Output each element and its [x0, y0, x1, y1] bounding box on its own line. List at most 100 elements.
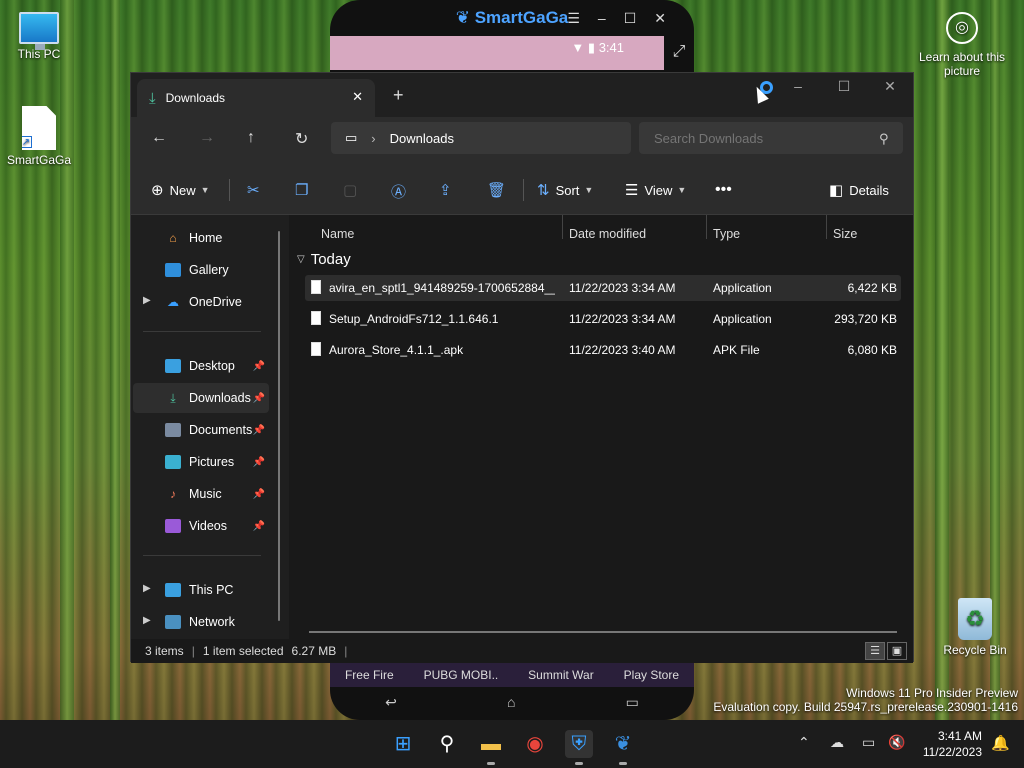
sidebar-item-pictures[interactable]: Pictures 📌 [133, 447, 269, 477]
search-button[interactable]: ⚲ [433, 730, 461, 758]
column-divider[interactable] [826, 215, 827, 239]
more-options-button[interactable]: ••• [715, 181, 732, 199]
desktop-icon-smartgaga[interactable]: ↗ SmartGaGa [0, 106, 78, 167]
sidebar-item-desktop[interactable]: Desktop 📌 [133, 351, 269, 381]
pin-icon[interactable]: 📌 [253, 361, 265, 372]
minimize-icon[interactable]: – [598, 10, 606, 27]
table-row[interactable]: Aurora_Store_4.1.1_.apk 11/22/2023 3:40 … [305, 337, 901, 363]
share-button[interactable]: ⇪ [439, 181, 458, 199]
back-arrow-icon[interactable]: ← [151, 129, 167, 147]
close-tab-icon[interactable]: ✕ [352, 89, 363, 105]
sidebar-item-downloads[interactable]: ⤓ Downloads 📌 [133, 383, 269, 413]
cut-button[interactable]: ✂ [247, 181, 266, 199]
sidebar-item-home[interactable]: ⌂ Home [133, 223, 269, 253]
chrome-button[interactable]: ◉ [521, 730, 549, 758]
back-icon[interactable]: ↩ [385, 694, 397, 711]
sort-button[interactable]: ⇅ Sort ▼ [537, 181, 593, 199]
pin-icon[interactable]: 📌 [253, 425, 265, 436]
rename-button[interactable]: Ⓐ [391, 181, 412, 202]
file-explorer-button[interactable]: ▬ [477, 730, 505, 758]
minimize-button[interactable]: – [775, 73, 821, 101]
paste-button[interactable]: ▢ [343, 181, 363, 199]
horizontal-scrollbar[interactable] [309, 631, 897, 633]
view-button[interactable]: ☰ View ▼ [625, 181, 686, 199]
desktop-icon-recycle-bin[interactable]: ♻ Recycle Bin [936, 598, 1014, 657]
app-play-store[interactable]: Play Store [624, 668, 679, 682]
sidebar-item-gallery[interactable]: Gallery [133, 255, 269, 285]
notification-bell-icon[interactable]: 🔔 [991, 734, 1010, 752]
file-name: Aurora_Store_4.1.1_.apk [329, 343, 464, 357]
copy-button[interactable]: ❐ [295, 181, 314, 199]
file-icon [311, 342, 321, 356]
learn-about-picture[interactable]: ◎ Learn about this picture [912, 12, 1012, 78]
clock[interactable]: 3:41 AM 11/22/2023 [923, 728, 982, 760]
pin-icon[interactable]: 📌 [253, 393, 265, 404]
pictures-icon [165, 455, 181, 469]
fullscreen-icon[interactable]: ⤢ [664, 36, 694, 70]
home-icon[interactable]: ⌂ [507, 694, 515, 710]
search-input[interactable] [639, 122, 903, 154]
windows-logo-icon: ⊞ [394, 733, 412, 755]
volume-muted-icon[interactable]: 🔇 [888, 734, 905, 751]
swan-icon: ❦ [455, 8, 475, 27]
sidebar-item-documents[interactable]: Documents 📌 [133, 415, 269, 445]
column-divider[interactable] [706, 215, 707, 239]
recents-icon[interactable]: ▭ [626, 694, 639, 711]
monitor-icon [19, 12, 59, 50]
column-header-size[interactable]: Size [833, 227, 857, 241]
new-button[interactable]: ⊕ New ▼ [151, 181, 210, 199]
column-header-date[interactable]: Date modified [569, 227, 646, 241]
group-header[interactable]: ▽ Today [297, 251, 351, 268]
up-arrow-icon[interactable]: ↑ [247, 129, 255, 147]
computer-icon: ▭ [345, 130, 358, 145]
desktop-icon [165, 359, 181, 373]
column-header-type[interactable]: Type [713, 227, 740, 241]
emulator-screen[interactable] [330, 36, 694, 70]
file-icon [311, 280, 321, 294]
new-tab-button[interactable]: + [393, 85, 404, 106]
address-bar[interactable]: ▭ › Downloads [331, 122, 631, 154]
start-button[interactable]: ⊞ [389, 730, 417, 758]
column-divider[interactable] [562, 215, 563, 239]
details-view-icon[interactable]: ☰ [865, 642, 885, 660]
cloud-offline-icon[interactable]: ☁ [830, 734, 844, 751]
delete-button[interactable]: 🗑 [487, 181, 512, 199]
app-free-fire[interactable]: Free Fire [345, 668, 394, 682]
details-button[interactable]: ◧ Details [829, 181, 889, 199]
close-button[interactable]: ✕ [867, 73, 913, 101]
table-row[interactable]: Setup_AndroidFs712_1.1.646.1 11/22/2023 … [305, 306, 901, 332]
security-button[interactable]: ⛨ [565, 730, 593, 758]
column-header-name[interactable]: Name [321, 227, 354, 241]
file-explorer-window: ⤓ Downloads ✕ + – ☐ ✕ ← → ↑ ↻ ▭ › Downlo… [130, 72, 914, 663]
sidebar-item-videos[interactable]: Videos 📌 [133, 511, 269, 541]
view-icon: ☰ [625, 182, 639, 199]
network-icon[interactable]: ▭ [862, 734, 875, 751]
refresh-icon[interactable]: ↻ [295, 129, 308, 149]
app-summit-war[interactable]: Summit War [528, 668, 594, 682]
close-icon[interactable]: ✕ [654, 10, 666, 27]
maximize-icon[interactable]: ☐ [624, 10, 637, 27]
pin-icon[interactable]: 📌 [253, 521, 265, 532]
sidebar-item-network[interactable]: Network [133, 607, 269, 637]
share-icon: ⇪ [439, 182, 452, 199]
pin-icon[interactable]: 📌 [253, 489, 265, 500]
sidebar-item-this-pc[interactable]: This PC [133, 575, 269, 605]
table-row[interactable]: avira_en_sptl1_941489259-1700652884__a..… [305, 275, 901, 301]
sidebar-scrollbar[interactable] [278, 231, 280, 621]
desktop-icon-this-pc[interactable]: This PC [0, 12, 78, 61]
chevron-up-icon[interactable]: ⌃ [798, 734, 810, 751]
forward-arrow-icon[interactable]: → [199, 129, 215, 147]
sidebar-item-onedrive[interactable]: ☁ OneDrive [133, 287, 269, 317]
tab-title: Downloads [165, 91, 226, 105]
smartgaga-button[interactable]: ❦ [609, 730, 637, 758]
tab-downloads[interactable]: ⤓ Downloads ✕ [137, 79, 375, 117]
app-pubg[interactable]: PUBG MOBI.. [424, 668, 499, 682]
breadcrumb-chevron-icon: › [371, 130, 376, 146]
menu-icon[interactable]: ☰ [567, 10, 580, 27]
maximize-button[interactable]: ☐ [821, 73, 867, 101]
sidebar-item-music[interactable]: ♪ Music 📌 [133, 479, 269, 509]
pin-icon[interactable]: 📌 [253, 457, 265, 468]
window-controls: – ☐ ✕ [775, 73, 913, 101]
rename-icon: Ⓐ [391, 184, 407, 201]
tiles-view-icon[interactable]: ▣ [887, 642, 907, 660]
